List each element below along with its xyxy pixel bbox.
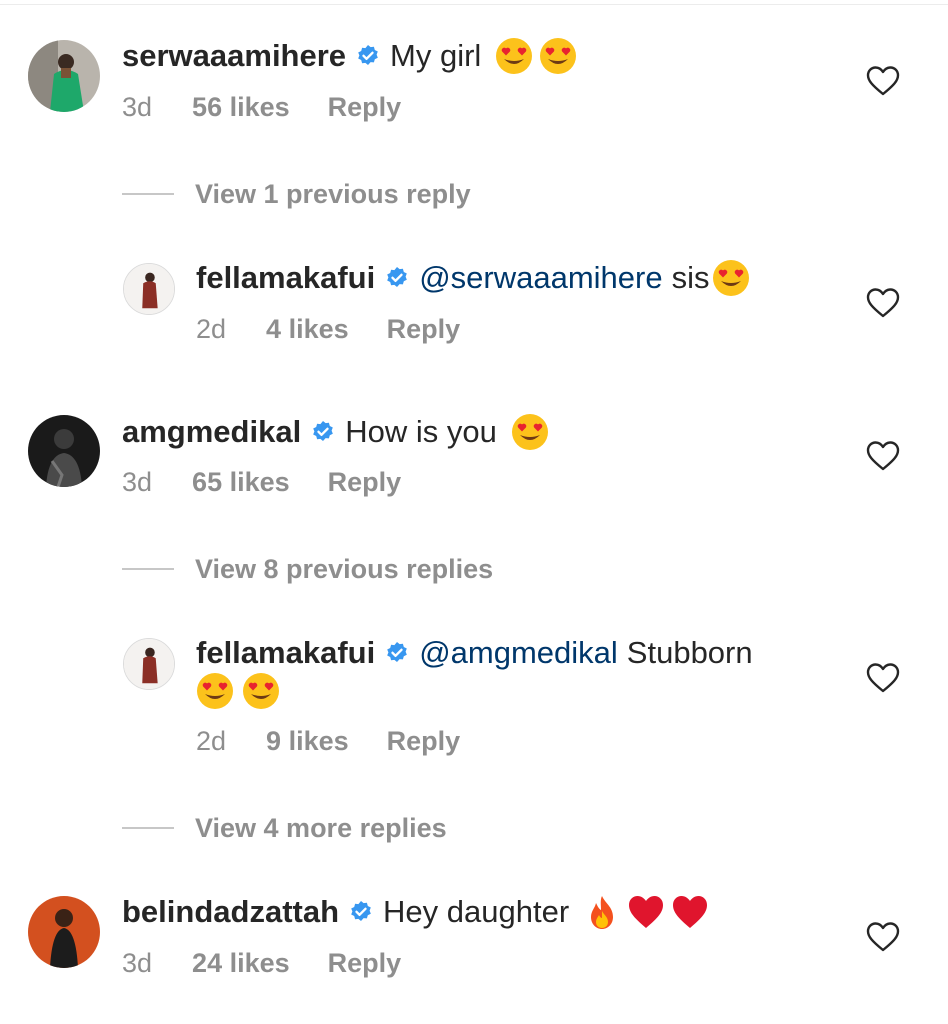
username[interactable]: fellamakafui [196,633,375,673]
reply-button[interactable]: Reply [387,726,461,757]
mention-link[interactable]: @serwaaamihere [419,258,662,298]
verified-badge-icon [349,900,373,924]
avatar[interactable] [28,40,100,112]
comment-time: 2d [196,726,227,756]
heart-eyes-icon [511,413,549,451]
red-heart-icon [627,893,665,931]
username[interactable]: belindadzattah [122,892,339,932]
verified-badge-icon [311,420,335,444]
red-heart-icon [671,893,709,931]
comment-text: Hey daughter [383,894,570,929]
likes-count[interactable]: 4 likes [266,314,349,345]
verified-badge-icon [385,266,409,290]
fire-icon [583,893,621,931]
like-heart-icon[interactable] [866,287,900,319]
thread-dash [122,827,174,829]
username[interactable]: amgmedikal [122,412,301,452]
likes-count[interactable]: 24 likes [192,948,290,979]
reply-button[interactable]: Reply [328,467,402,498]
username[interactable]: fellamakafui [196,258,375,298]
likes-count[interactable]: 65 likes [192,467,290,498]
comment-time: 2d [196,314,227,344]
reply-button[interactable]: Reply [328,948,402,979]
heart-eyes-icon [539,37,577,75]
reply-button[interactable]: Reply [328,92,402,123]
reply-button[interactable]: Reply [387,314,461,345]
comment-text: sis [671,260,710,295]
view-previous-replies[interactable]: View 8 previous replies [122,549,493,589]
avatar[interactable] [123,263,175,315]
comment-text: How is you [345,414,497,449]
mention-link[interactable]: @amgmedikal [419,633,618,673]
like-heart-icon[interactable] [866,65,900,97]
username[interactable]: serwaaamihere [122,36,346,76]
avatar[interactable] [28,896,100,968]
avatar[interactable] [28,415,100,487]
verified-badge-icon [385,641,409,665]
verified-badge-icon [356,44,380,68]
likes-count[interactable]: 9 likes [266,726,349,757]
thread-dash [122,568,174,570]
emoji-row [196,672,288,710]
avatar[interactable] [123,638,175,690]
heart-eyes-icon [712,259,750,297]
comment-time: 3d [122,92,153,122]
like-heart-icon[interactable] [866,662,900,694]
heart-eyes-icon [242,672,280,710]
view-replies-label[interactable]: View 1 previous reply [195,179,471,210]
view-replies-label[interactable]: View 4 more replies [195,813,447,844]
like-heart-icon[interactable] [866,440,900,472]
thread-dash [122,193,174,195]
view-more-replies[interactable]: View 4 more replies [122,808,447,848]
comment-text: Stubborn [626,635,753,670]
comment-time: 3d [122,948,153,978]
comment-text: My girl [390,38,482,73]
view-previous-replies[interactable]: View 1 previous reply [122,174,471,214]
heart-eyes-icon [196,672,234,710]
likes-count[interactable]: 56 likes [192,92,290,123]
top-divider [0,4,948,5]
like-heart-icon[interactable] [866,921,900,953]
view-replies-label[interactable]: View 8 previous replies [195,554,493,585]
comment-time: 3d [122,467,153,497]
heart-eyes-icon [495,37,533,75]
